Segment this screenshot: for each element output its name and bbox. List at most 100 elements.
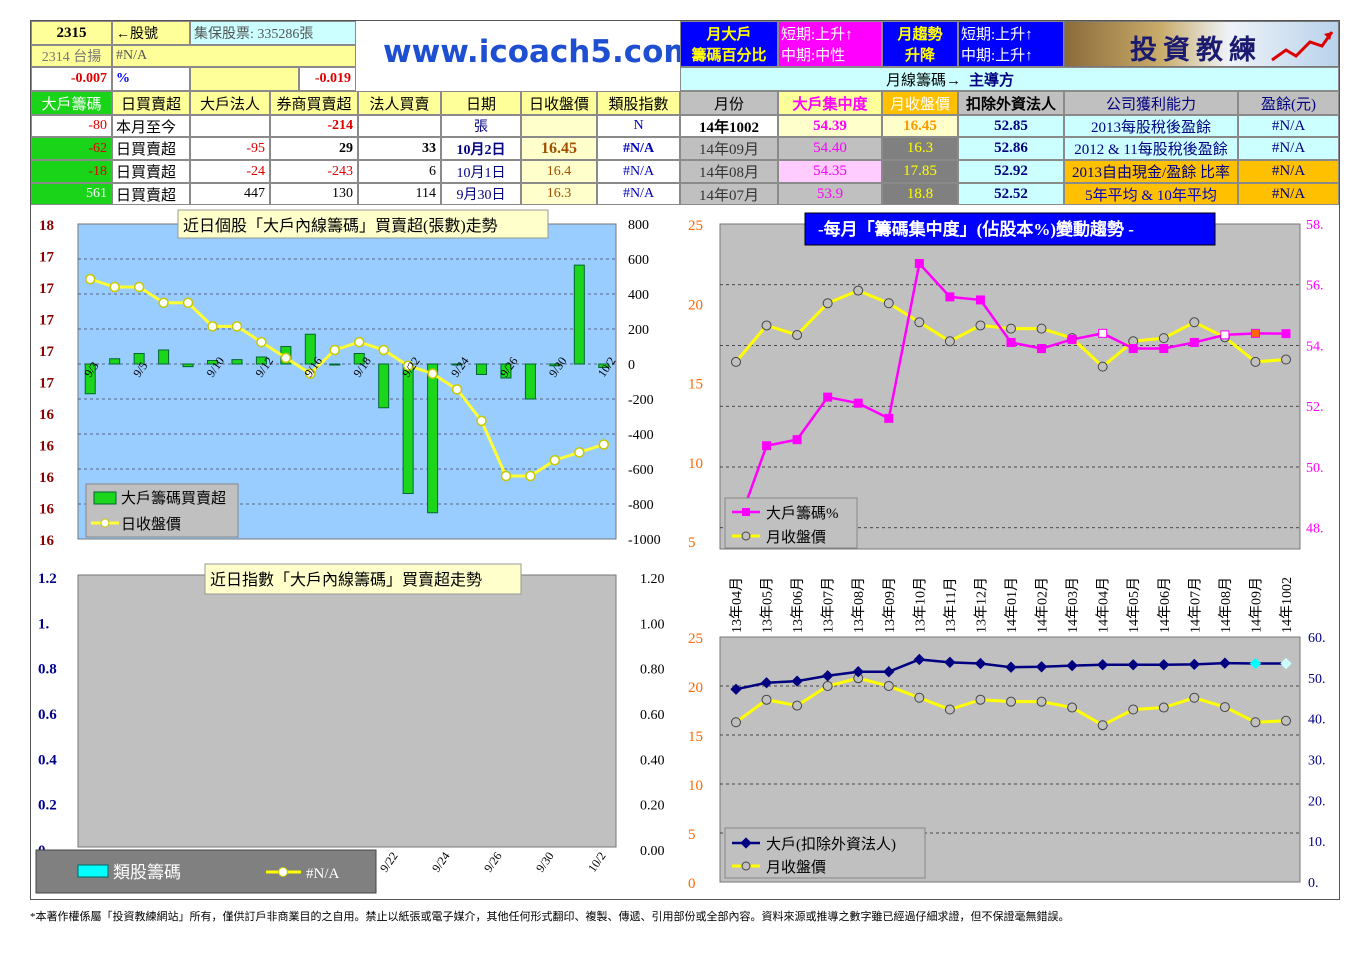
y-right-tick: 0.20	[640, 799, 665, 814]
y-left-tick: 0.4	[38, 752, 57, 768]
y-right-tick: 600	[628, 253, 649, 268]
bar-chips	[158, 349, 170, 365]
x-tick: 9/22	[377, 849, 401, 875]
chart-title: 近日個股「大戶內線籌碼」買賣超(張數)走勢	[183, 217, 498, 235]
y-right-tick: 48.	[1306, 522, 1324, 537]
mid-term-2: 中期:上升↑	[961, 48, 1033, 64]
left-table-cell: 114	[358, 183, 441, 205]
legend-point-swatch	[100, 518, 110, 528]
right-table-cell: #N/A	[1238, 115, 1339, 137]
right-table-header: 盈餘(元)	[1238, 91, 1339, 115]
point-big-holder-pct	[762, 441, 772, 451]
y-left-tick: 15	[688, 377, 703, 393]
point-close-price	[133, 281, 145, 293]
big-holder-title-2: 籌碼百分比	[691, 48, 767, 64]
left-table-cell: 日買賣超	[112, 183, 190, 205]
point-close-price	[822, 298, 833, 309]
y-right-tick: -800	[628, 498, 654, 513]
y-right-tick: 0.	[1308, 876, 1319, 891]
y-left-tick: 16	[39, 470, 55, 486]
bar-chips	[378, 363, 390, 409]
point-close-price	[329, 344, 341, 356]
y-left-tick: 16	[39, 439, 55, 455]
point-close-price	[1189, 692, 1200, 703]
point-close-price	[598, 439, 610, 450]
y-right-tick: 54.	[1306, 339, 1324, 354]
x-tick: 13年04月	[729, 577, 745, 633]
y-right-tick: 50.	[1306, 461, 1324, 476]
y-right-tick: 0.60	[640, 708, 665, 723]
y-left-tick: 5	[688, 827, 696, 843]
left-table-cell: 日買賣超	[112, 137, 190, 160]
y-left-tick: 0	[688, 876, 696, 892]
right-table-cell: 16.3	[882, 137, 958, 160]
right-table-cell: 2013自由現金/盈餘 比率	[1064, 160, 1238, 183]
left-table-cell: -95	[190, 137, 270, 160]
point-big-holder-pct	[823, 392, 833, 402]
y-left-tick: 16	[39, 407, 55, 423]
point-close-price	[1006, 696, 1016, 707]
legend-label-price: 月收盤價	[766, 529, 826, 546]
point-close-price	[883, 298, 894, 309]
y-left-tick: 17	[39, 344, 55, 360]
monthly-trend-2: 升降	[904, 48, 935, 64]
point-close-price	[353, 336, 365, 348]
bar-chips	[231, 359, 243, 365]
y-right-tick: 0.80	[640, 663, 665, 678]
point-close-price	[231, 321, 243, 332]
y-right-tick: -1000	[628, 533, 661, 548]
short-mid-term-2: 短期:上升↑ 中期:上升↑	[958, 21, 1064, 67]
left-table-cell: 本月至今	[112, 115, 190, 137]
y-right-tick: 30.	[1308, 754, 1326, 769]
legend-label-excl: 大戶(扣除外資法人)	[766, 836, 896, 853]
y-right-tick: -400	[628, 428, 654, 443]
left-table-cell: 9月30日	[441, 183, 521, 205]
bar-chips	[402, 363, 414, 494]
point-big-holder-pct	[975, 295, 985, 305]
point-close-price	[944, 336, 955, 347]
bar-chips	[476, 363, 487, 375]
right-table-cell: 2013每股稅後盈餘	[1064, 115, 1238, 137]
website-link[interactable]: www.icoach5.com	[383, 34, 696, 70]
legend-label-price: 月收盤價	[766, 859, 826, 876]
change2: -0.019	[299, 67, 356, 91]
x-tick: 14年06月	[1157, 577, 1173, 633]
left-table-cell: 130	[270, 183, 358, 205]
right-table-cell: #N/A	[1238, 137, 1339, 160]
bar-chips	[573, 264, 585, 365]
mid-term-1: 中期:中性	[781, 48, 846, 64]
right-table-header: 月收盤價	[882, 91, 958, 115]
point-close-price	[1158, 702, 1169, 713]
x-tick: 13年08月	[851, 577, 867, 633]
left-table-header: 類股指數	[597, 91, 680, 115]
stock-code-cell[interactable]: 2315	[31, 21, 112, 45]
y-left-tick: 20	[688, 297, 703, 313]
point-close-price	[792, 700, 803, 711]
legend-point-swatch	[741, 861, 751, 871]
blank-cell	[190, 67, 299, 91]
ref-index: 2314 台揚	[31, 45, 112, 67]
left-table-cell: 16.3	[521, 183, 597, 205]
legend-label-bars: 類股籌碼	[113, 863, 181, 882]
legend-point-swatch	[742, 508, 750, 516]
point-close-price	[427, 368, 438, 379]
x-tick: 14年08月	[1218, 577, 1234, 633]
y-right-tick: 0.00	[640, 844, 665, 859]
chart-title: -每月「籌碼集中度」(佔股本%)變動趨勢 -	[818, 219, 1134, 239]
left-table-cell	[521, 115, 597, 137]
short-term-2: 短期:上升↑	[961, 27, 1033, 43]
left-table-cell: 16.4	[521, 160, 597, 183]
x-tick: 14年02月	[1035, 577, 1051, 633]
y-left-tick: 16	[39, 502, 55, 518]
y-left-tick: 15	[688, 729, 703, 745]
point-close-price	[944, 704, 955, 715]
point-close-price	[792, 329, 803, 340]
y-right-tick: 0.40	[640, 753, 665, 768]
point-big-holder-pct	[1189, 337, 1199, 347]
monthly-chips-label: 月線籌碼→	[886, 72, 962, 89]
point-close-price	[182, 297, 194, 308]
point-close-price	[525, 470, 536, 482]
right-table-header: 大戶集中度	[778, 91, 882, 115]
left-table-cell: 447	[190, 183, 270, 205]
point-close-price	[853, 285, 864, 296]
